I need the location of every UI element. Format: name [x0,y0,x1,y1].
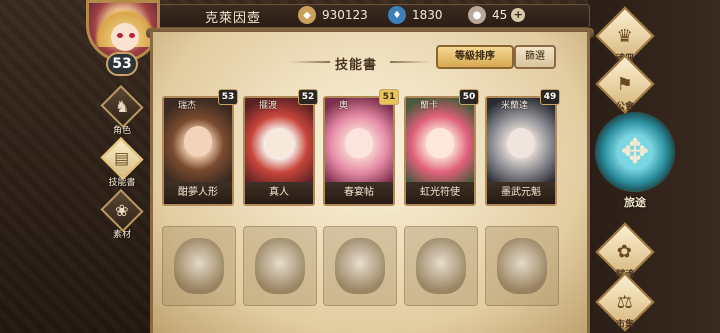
card-name: 真人 [245,182,313,204]
panel-title: 技能書 [335,58,378,73]
player-level-badge: 53 [106,52,138,76]
gold-coin-icon: ◆ [298,6,316,24]
locked-card-sketch[interactable] [485,226,559,306]
stone-icon: ● [468,6,486,24]
stone-value: 45 [492,8,508,22]
journey-button[interactable]: ✥ 旅途 [595,112,675,212]
card-level-tag: 51 [379,89,399,105]
skill-card[interactable]: 蘭卡 虹光符使 [404,96,476,206]
guild-icon: ⚑ [616,73,634,95]
card-name: 虹光符使 [406,182,474,204]
journey-icon: ✥ [620,132,650,172]
nav-guild[interactable]: ⚑ 公會 [590,54,660,114]
character-icon: ♞ [114,97,130,116]
locked-card-sketch[interactable] [162,226,236,306]
blue-crystal-icon: ♦ [388,6,406,24]
nav-market[interactable]: ⚖ 市集 [590,272,660,332]
card-name: 墨武元魁 [487,182,555,204]
card-name: 春宴帖 [325,182,393,204]
currency-crystal[interactable]: ♦ 1830 [388,5,443,25]
card-level-tag: 52 [298,89,318,105]
market-icon: ⚖ [616,291,634,313]
card-level-tag: 53 [218,89,238,105]
nav-material[interactable]: ❀ 素材 [100,188,144,240]
filter-button[interactable]: 篩選 [514,45,556,69]
add-stone-button[interactable]: + [511,8,526,22]
soul-book-icon: ♛ [616,25,634,47]
skill-card[interactable]: 擺渡 真人 [243,96,315,206]
card-level-tag: 50 [459,89,479,105]
sort-by-level-button[interactable]: 等級排序 [436,45,514,69]
player-name: 克萊因壺 [205,11,262,26]
locked-card-sketch[interactable] [323,226,397,306]
bestow-icon: ✿ [617,241,633,263]
material-icon: ❀ [115,201,129,220]
skill-card[interactable]: 瑞杰 酣夢人形 [162,96,234,206]
nav-character[interactable]: ♞ 角色 [100,84,144,136]
locked-card-sketch[interactable] [404,226,478,306]
skill-card[interactable]: 米蘭達 墨武元魁 [485,96,557,206]
gold-value: 930123 [322,8,368,22]
currency-stone[interactable]: ● 45 + [468,5,526,25]
skill-card[interactable]: 奧 春宴帖 [323,96,395,206]
card-level-tag: 49 [540,89,560,105]
crystal-value: 1830 [412,8,443,22]
skillbook-icon: ▤ [114,149,130,168]
locked-card-sketch[interactable] [243,226,317,306]
nav-skillbook[interactable]: ▤ 技能書 [100,136,144,188]
currency-gold[interactable]: ◆ 930123 [298,5,368,25]
card-name: 酣夢人形 [164,182,232,204]
